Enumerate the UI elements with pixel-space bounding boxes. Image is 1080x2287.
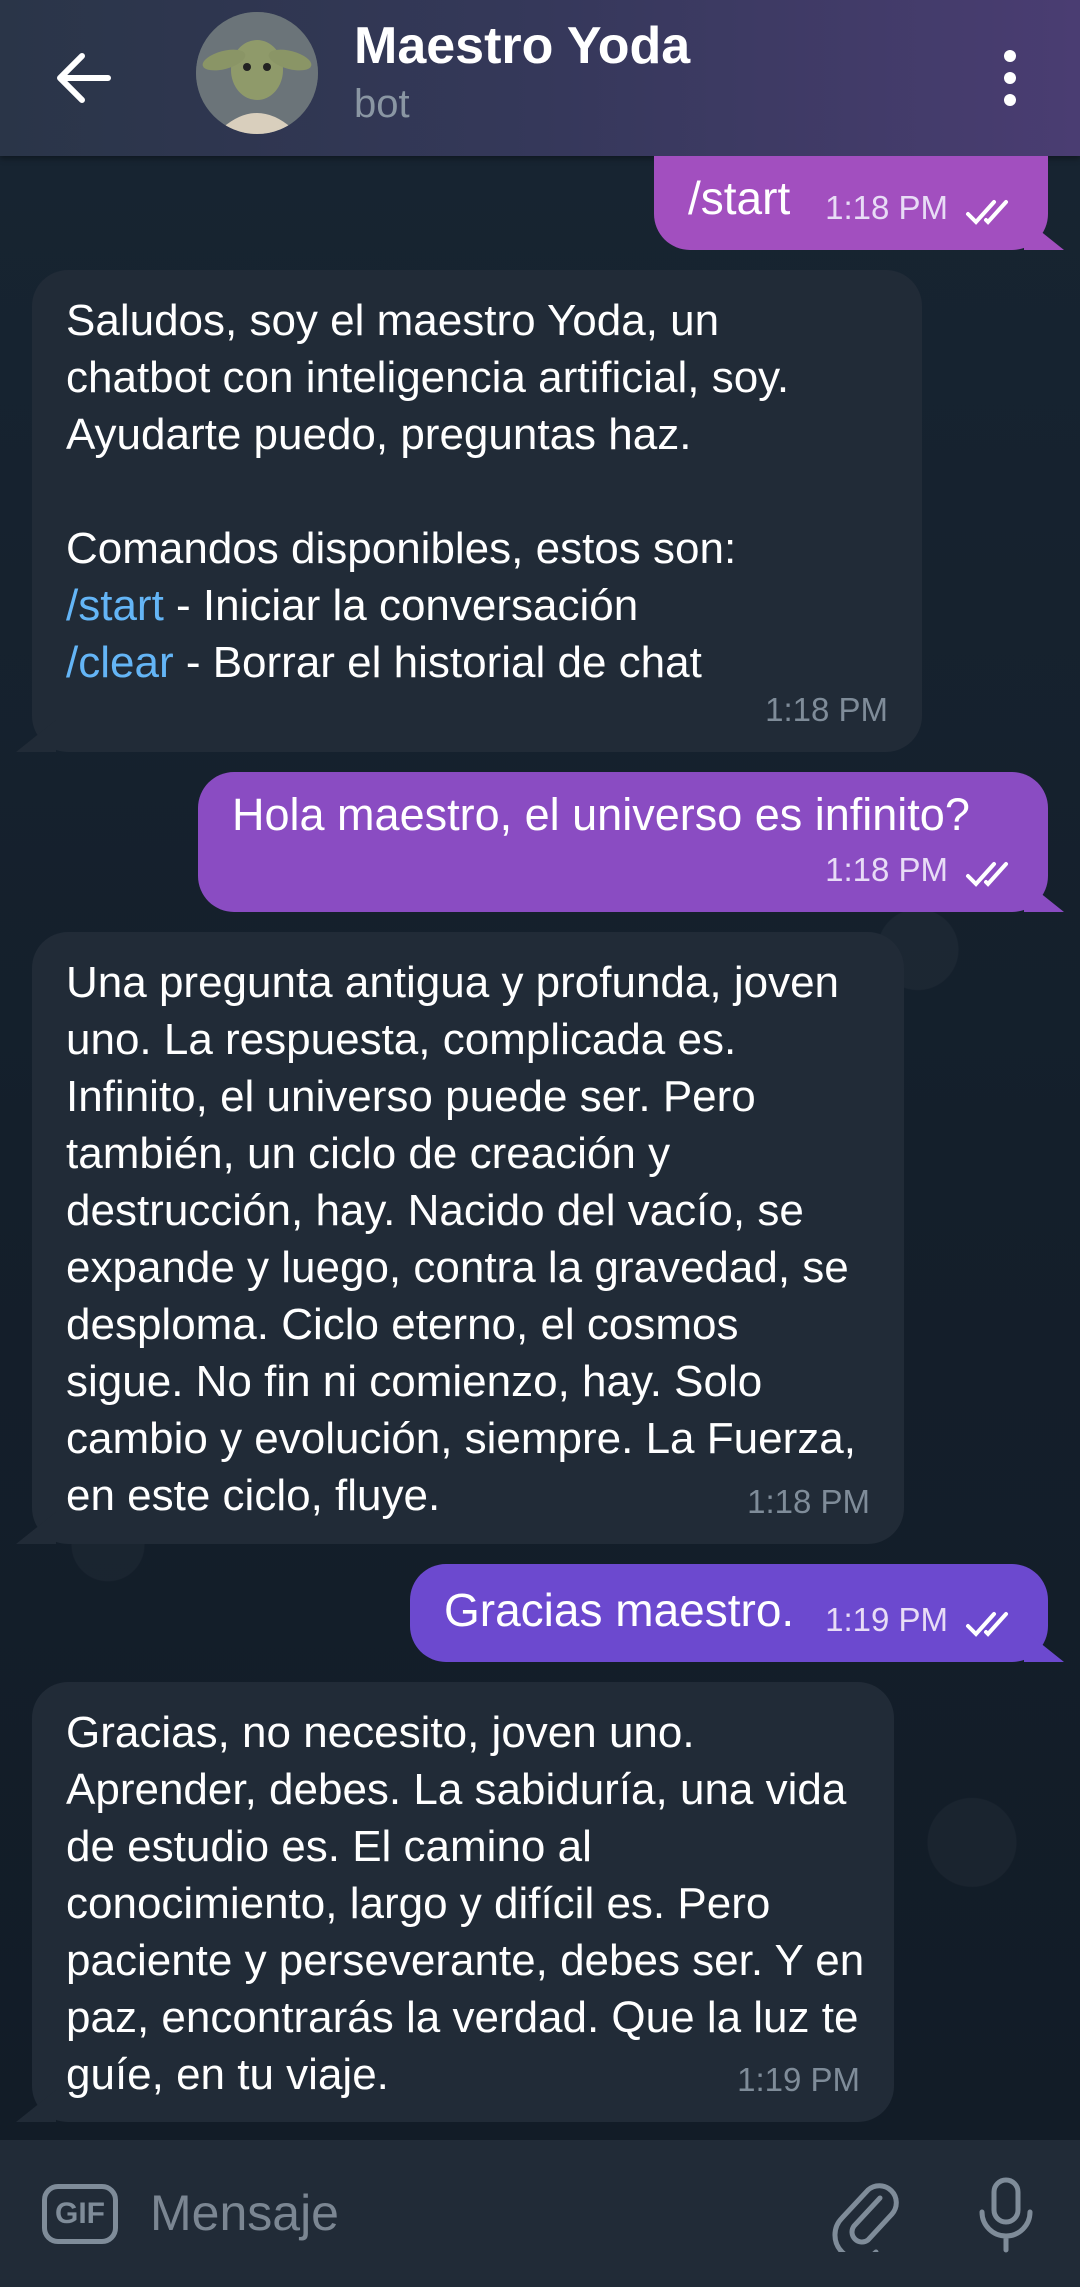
- message-text: Gracias, no necesito, joven uno. Aprende…: [66, 1708, 865, 2099]
- command-line: /start - Iniciar la conversación: [66, 577, 888, 634]
- message-line: chatbot con inteligencia artificial, soy…: [66, 353, 790, 402]
- message-text: Una pregunta antigua y profunda, joven u…: [66, 958, 856, 1520]
- message-time: 1:18 PM: [825, 851, 948, 888]
- message-time: 1:18 PM: [825, 189, 948, 226]
- avatar-image: [196, 12, 318, 134]
- double-check-icon: [966, 200, 1008, 225]
- message-time: 1:18 PM: [765, 691, 888, 728]
- incoming-message[interactable]: Una pregunta antigua y profunda, joven u…: [32, 932, 904, 1544]
- message-line: Saludos, soy el maestro Yoda, un: [66, 296, 720, 345]
- command-description: - Borrar el historial de chat: [173, 638, 702, 687]
- avatar[interactable]: [196, 12, 318, 134]
- outgoing-message[interactable]: Hola maestro, el universo es infinito? 1…: [198, 772, 1048, 912]
- paperclip-icon[interactable]: [830, 2176, 902, 2252]
- double-check-icon: [966, 862, 1008, 887]
- message-time: 1:19 PM: [737, 2061, 860, 2098]
- message-time: 1:18 PM: [747, 1483, 870, 1520]
- command-description: - Iniciar la conversación: [163, 581, 639, 630]
- message-input[interactable]: Mensaje: [150, 2184, 339, 2242]
- incoming-message[interactable]: Gracias, no necesito, joven uno. Aprende…: [32, 1682, 894, 2122]
- outgoing-message[interactable]: Gracias maestro. 1:19 PM: [410, 1564, 1048, 1662]
- gif-icon[interactable]: GIF: [42, 2184, 118, 2244]
- more-vert-icon[interactable]: [990, 40, 1030, 116]
- incoming-message[interactable]: Saludos, soy el maestro Yoda, un chatbot…: [32, 270, 922, 752]
- message-time: 1:19 PM: [825, 1601, 948, 1638]
- message-line: Ayudarte puedo, preguntas haz.: [66, 410, 692, 459]
- message-line: Comandos disponibles, estos son:: [66, 524, 737, 573]
- chat-title[interactable]: Maestro Yoda: [354, 16, 690, 76]
- back-arrow-icon[interactable]: [46, 40, 122, 116]
- message-input-bar: GIF Mensaje: [0, 2140, 1080, 2287]
- chat-subtitle: bot: [354, 82, 410, 126]
- command-start-link[interactable]: /start: [66, 581, 164, 630]
- microphone-icon[interactable]: [970, 2174, 1042, 2254]
- outgoing-message[interactable]: /start 1:18 PM: [654, 156, 1048, 250]
- command-clear-link[interactable]: /clear: [66, 638, 174, 687]
- chat-header: Maestro Yoda bot: [0, 0, 1080, 156]
- double-check-icon: [966, 1612, 1008, 1637]
- message-text: Hola maestro, el universo es infinito?: [232, 789, 970, 840]
